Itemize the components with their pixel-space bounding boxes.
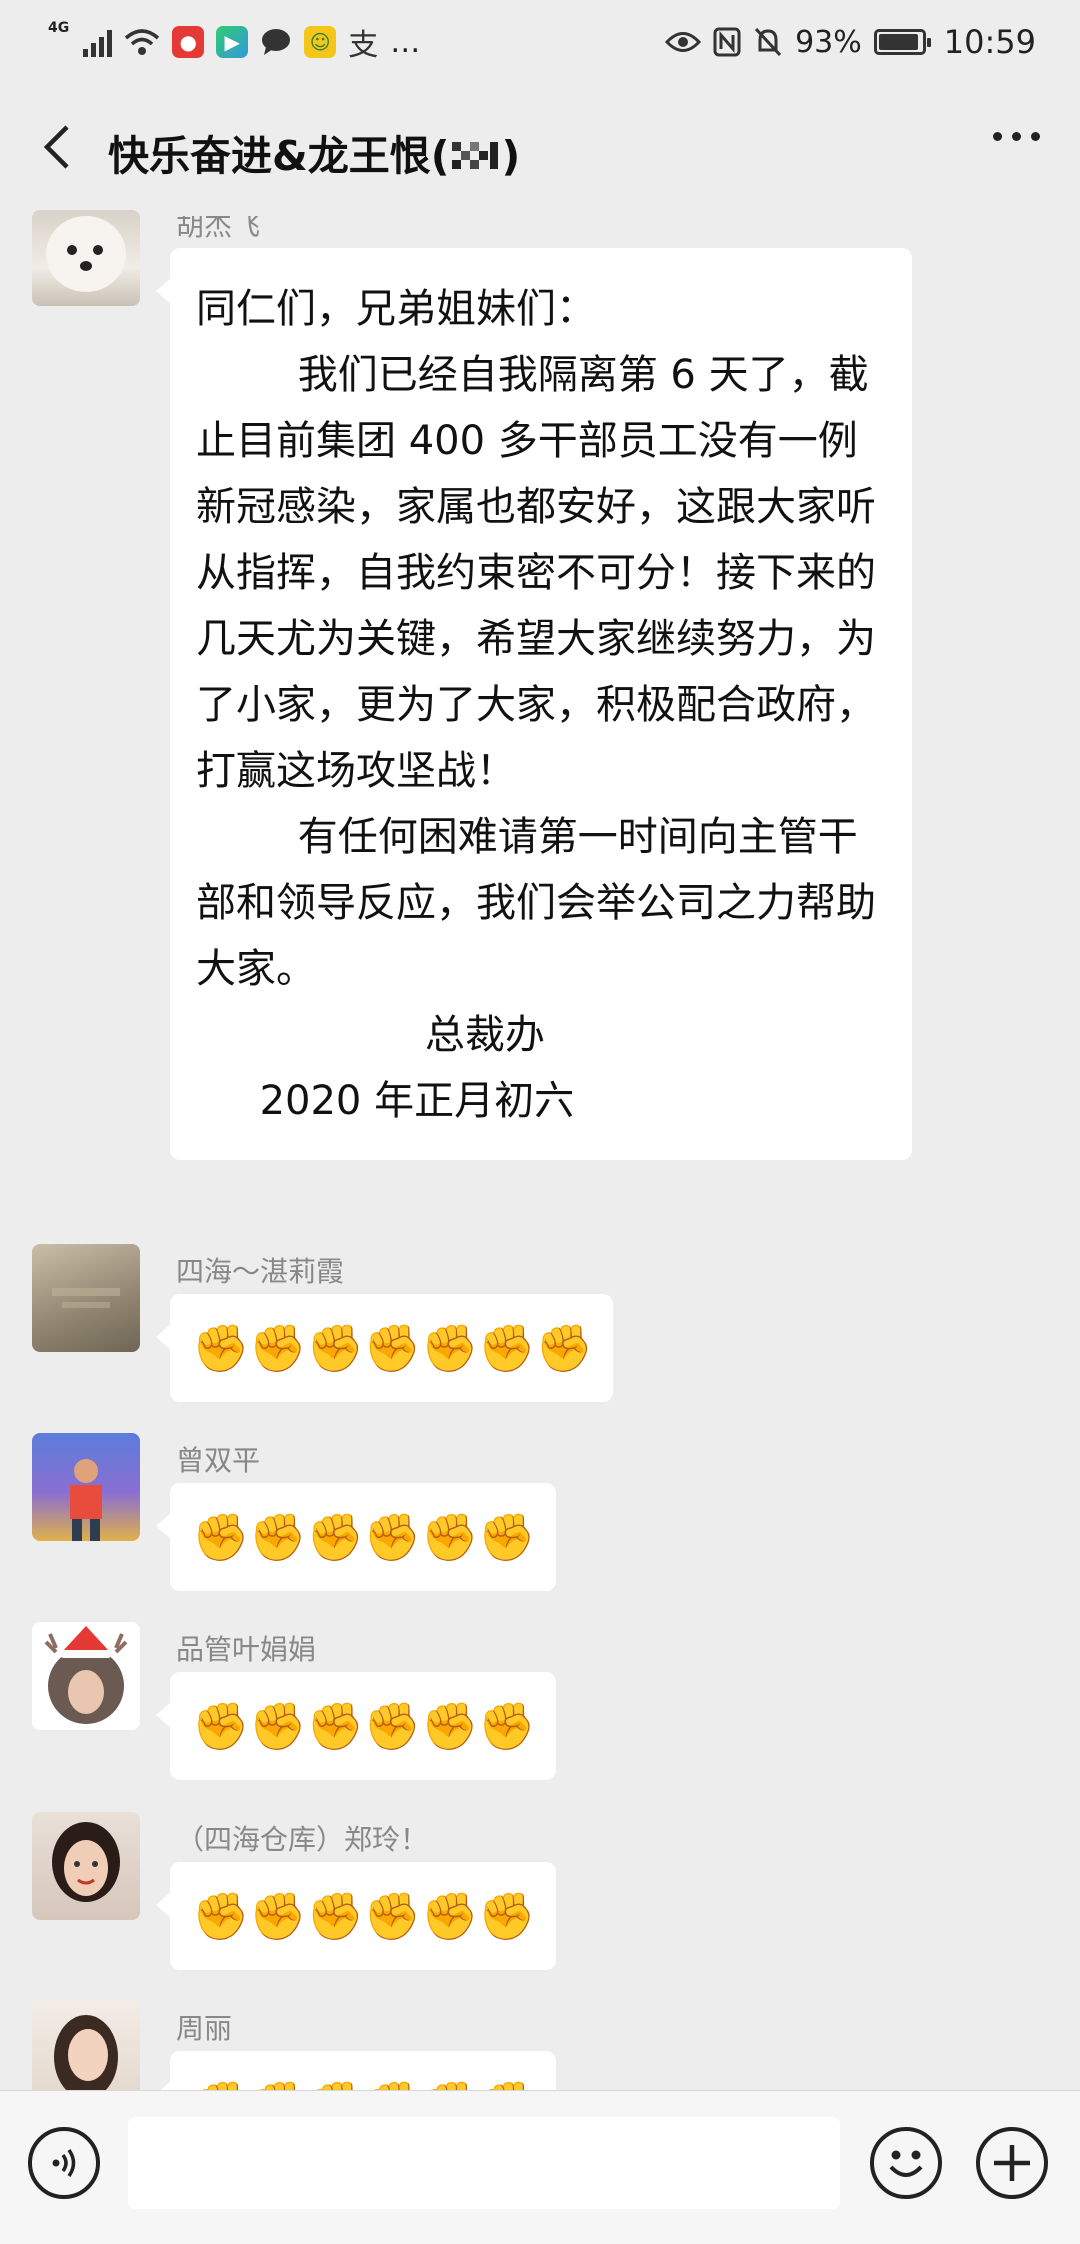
chat-header: 快乐奋进&龙王恨( ) <box>0 84 1080 210</box>
sender-name: 周丽 <box>176 2012 233 2045</box>
video-app-icon: ▶ <box>216 26 249 58</box>
chat-screen: 4G ● ▶ ☺ 支 … 93% 10:59 快乐奋进&龙王恨() 胡杰飞 同… <box>0 0 1080 2244</box>
message-bubble[interactable]: ✊✊✊✊✊✊ <box>156 1862 556 1970</box>
input-bar <box>0 2090 1080 2244</box>
more-notifications-icon: … <box>390 24 421 60</box>
plus-icon <box>994 2145 1030 2181</box>
sender-name: 曾双平 <box>176 1444 261 1477</box>
avatar[interactable] <box>32 1244 140 1352</box>
chat-title: 快乐奋进&龙王恨( ) <box>108 122 520 182</box>
message-bubble[interactable]: 同仁们，兄弟姐妹们： 我们已经自我隔离第 6 天了，截止目前集团 400 多干部… <box>156 248 912 1160</box>
dog-avatar-image <box>46 216 126 292</box>
message-bubble[interactable]: ✊✊✊✊✊✊ <box>156 1672 556 1780</box>
clock: 10:59 <box>943 23 1036 61</box>
avatar[interactable] <box>32 1812 140 1920</box>
emoji-button[interactable] <box>870 2127 942 2199</box>
mute-bell-icon <box>754 27 782 57</box>
avatar[interactable] <box>32 1433 140 1541</box>
message-input[interactable] <box>128 2117 840 2209</box>
smiley-icon <box>889 2150 923 2177</box>
chat-title-text: 快乐奋进&龙王恨( <box>108 132 450 180</box>
battery-icon <box>873 29 931 55</box>
alipay-icon: 支 <box>348 28 379 63</box>
message-bubble[interactable]: ✊✊✊✊✊✊✊ <box>156 1294 613 1402</box>
eye-icon <box>665 32 702 52</box>
sender-name: 胡杰飞 <box>176 209 261 242</box>
network-type: 4G <box>48 20 70 36</box>
sender-name: 四海～湛莉霞 <box>176 1255 345 1288</box>
person-avatar-image <box>52 1822 120 1902</box>
fist-emoji-row: ✊✊✊✊✊✊ <box>192 1510 536 1564</box>
status-right: 93% 10:59 <box>665 23 1036 61</box>
voice-input-button[interactable] <box>28 2127 100 2199</box>
nfc-icon <box>713 27 741 57</box>
chat-notification-icon <box>262 29 291 55</box>
fist-emoji-row: ✊✊✊✊✊✊ <box>192 1699 536 1753</box>
status-left: 4G ● ▶ ☺ 支 … <box>48 20 420 64</box>
shopping-app-icon: ☺ <box>304 26 337 58</box>
person-avatar-image <box>70 1459 102 1541</box>
voice-icon <box>52 2149 76 2177</box>
christmas-hat-avatar-image <box>44 1626 128 1724</box>
avatar[interactable] <box>32 1622 140 1730</box>
chat-title-suffix: ) <box>501 132 521 180</box>
sender-name: 品管叶娟娟 <box>176 1633 317 1666</box>
signal-icon <box>83 27 113 57</box>
battery-percent: 93% <box>795 24 862 60</box>
back-button[interactable] <box>32 122 82 172</box>
message-text: 同仁们，兄弟姐妹们： 我们已经自我隔离第 6 天了，截止目前集团 400 多干部… <box>196 286 876 1124</box>
avatar-image <box>52 1288 120 1308</box>
fist-emoji-row: ✊✊✊✊✊✊ <box>192 1889 536 1943</box>
sender-name: （四海仓库）郑玲！ <box>176 1823 429 1856</box>
wifi-icon <box>125 29 160 55</box>
fist-emoji-row: ✊✊✊✊✊✊✊ <box>192 1321 593 1375</box>
more-options-button[interactable] <box>993 132 1040 141</box>
blurred-member-count <box>451 142 498 169</box>
avatar[interactable] <box>32 210 140 306</box>
chevron-left-icon <box>43 125 69 169</box>
message-bubble[interactable]: ✊✊✊✊✊✊ <box>156 1483 556 1591</box>
more-functions-button[interactable] <box>976 2127 1048 2199</box>
recorder-app-icon: ● <box>172 26 205 58</box>
status-bar: 4G ● ▶ ☺ 支 … 93% 10:59 <box>0 0 1080 84</box>
